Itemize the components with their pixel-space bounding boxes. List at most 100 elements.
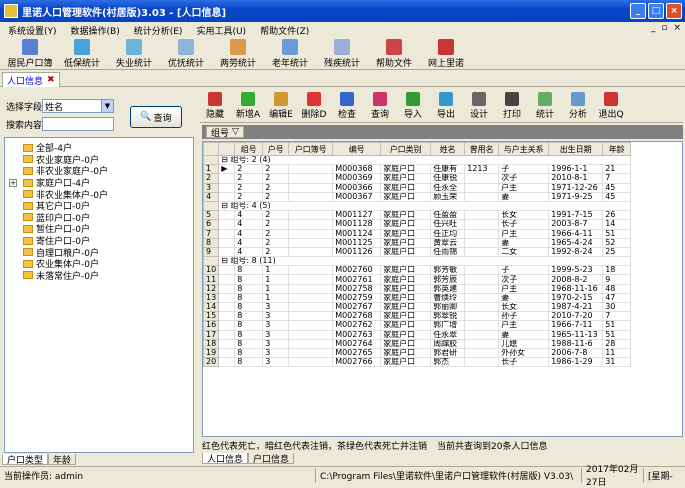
tree-item[interactable]: + 家庭户口-4户 (5, 177, 193, 189)
record-toolbar-button-7[interactable]: 导出 (431, 91, 461, 123)
close-tab-icon[interactable]: ✖ (47, 75, 55, 85)
record-toolbar-button-12[interactable]: 退出Q (596, 91, 626, 123)
tab-household-type[interactable]: 户口类型 (2, 454, 49, 466)
record-toolbar-button-11[interactable]: 分析 (563, 91, 593, 123)
table-cell (464, 219, 500, 230)
menu-tools[interactable]: 实用工具(U) (196, 24, 246, 37)
table-row[interactable]: 13 8 1 M002759 家庭户口 曹焕玲 妻 1970-2-15 47 (203, 292, 632, 304)
row-number: 19 (203, 347, 220, 359)
table-cell: 家庭户口 (380, 357, 432, 368)
tree-item[interactable]: 非农业集体户-0户 (5, 188, 193, 201)
record-toolbar-button-9[interactable]: 打印 (497, 91, 527, 123)
query-button[interactable]: 🔍 查询 (130, 106, 182, 128)
tree-item[interactable]: 其它户口-0户 (5, 200, 193, 212)
group-chip[interactable]: 组号 ▽ (206, 126, 244, 139)
table-row[interactable]: 9 4 2 M001126 家庭户口 任雨锦 二女 1992-8-24 25 (203, 246, 632, 258)
tree-item[interactable]: 暂住户口-0户 (5, 223, 193, 235)
toolbar-button-1[interactable]: 低保统计 (56, 38, 108, 70)
table-cell: 2 (262, 219, 290, 230)
table-row[interactable]: 8 4 2 M001125 家庭户口 黄翠云 妻 1965-4-24 52 (203, 237, 632, 248)
table-row[interactable]: 17 8 3 M002763 家庭户口 任永翠 妻 1965-11-13 51 (203, 329, 632, 340)
record-toolbar-button-8[interactable]: 设计 (464, 91, 494, 123)
table-row[interactable]: 16 8 3 M002762 家庭户口 郭广增 户主 1966-7-11 51 (203, 320, 632, 331)
record-toolbar-button-2[interactable]: 编辑E (266, 91, 296, 123)
table-row[interactable]: 15 8 3 M002768 家庭户口 郭翠锐 孙子 2010-7-20 7 (203, 311, 632, 322)
toolbar-button-2[interactable]: 失业统计 (108, 38, 160, 70)
toolbar-button-3[interactable]: 优抚统计 (160, 38, 212, 70)
column-header[interactable]: 户号 (262, 142, 290, 156)
table-row[interactable]: 11 8 1 M002761 家庭户口 郭芳辰 次子 2008-8-2 9 (203, 274, 632, 285)
table-row[interactable]: 3 2 2 M000366 家庭户口 任永全 户主 1971-12-26 45 (203, 182, 632, 193)
table-row[interactable]: 14 8 3 M002767 家庭户口 郭丽卿 长女 1987-4-21 30 (203, 301, 632, 313)
table-cell: 子 (498, 164, 550, 175)
table-row[interactable]: 19 8 3 M002765 家庭户口 郭君研 外孙女 2006-7-8 11 (203, 347, 632, 359)
table-cell (464, 283, 500, 294)
tab-population-info[interactable]: 人口信息 ✖ (2, 72, 60, 87)
group-row[interactable]: ⊟ 组号: 2 (4) (203, 154, 632, 166)
indent-cell (218, 210, 236, 221)
table-row[interactable]: 7 4 2 M001124 家庭户口 任正均 户主 1966-4-11 51 (203, 228, 632, 239)
table-row[interactable]: 5 4 2 M001127 家庭户口 任盈盈 长女 1991-7-15 26 (203, 210, 632, 221)
tree-item[interactable]: 未落常住户-0户 (5, 270, 193, 282)
group-row[interactable]: ⊟ 组号: 4 (5) (203, 200, 632, 212)
column-header[interactable]: 出生日期 (548, 142, 604, 156)
record-toolbar-button-3[interactable]: 删除D (299, 91, 329, 123)
record-toolbar-button-10[interactable]: 统计 (530, 91, 560, 123)
record-toolbar-button-1[interactable]: 新增A (233, 91, 263, 123)
tree-item[interactable]: 蓝印户口-0户 (5, 212, 193, 224)
field-select[interactable]: 姓名 ▼ (42, 99, 114, 113)
column-header[interactable]: 编号 (332, 142, 382, 156)
table-row[interactable]: 2 2 2 M000369 家庭户口 任康锐 次子 2010-8-1 7 (203, 173, 632, 184)
mdi-restore-button[interactable]: ▫ (661, 23, 667, 33)
record-toolbar-button-0[interactable]: 隐藏 (200, 91, 230, 123)
column-header[interactable]: 曾用名 (464, 142, 500, 156)
toolbar-button-6[interactable]: 残疾统计 (316, 38, 368, 70)
toolbar-button-7[interactable]: 帮助文件 (368, 38, 420, 70)
tab-household[interactable]: 户口信息 (248, 453, 295, 465)
tree-item[interactable]: 农业集体户-0户 (5, 258, 193, 270)
toolbar-button-4[interactable]: 两劳统计 (212, 38, 264, 70)
chevron-down-icon[interactable]: ▼ (101, 100, 113, 112)
record-toolbar-button-6[interactable]: 导入 (398, 91, 428, 123)
table-row[interactable]: 1 ▶ 2 2 M000368 家庭户口 任康有 1213 子 1996-1-1 21 (203, 164, 632, 175)
group-row[interactable]: ⊟ 组号: 8 (11) (203, 256, 632, 267)
menu-system[interactable]: 系统设置(Y) (8, 24, 57, 37)
tab-age[interactable]: 年龄 (48, 454, 77, 466)
column-header[interactable]: 姓名 (430, 142, 466, 156)
table-row[interactable]: 10 8 1 M002760 家庭户口 郭芳敏 子 1999-5-23 18 (203, 265, 632, 276)
menu-help[interactable]: 帮助文件(Z) (260, 24, 309, 37)
column-header[interactable]: 组号 (234, 142, 264, 156)
table-row[interactable]: 4 2 2 M000367 家庭户口 顾玉荣 妻 1971-9-25 45 (203, 191, 632, 202)
mdi-minimize-button[interactable]: _ (651, 23, 656, 33)
toolbar-button-5[interactable]: 老年统计 (264, 38, 316, 70)
maximize-button[interactable]: □ (648, 3, 664, 19)
tree-item[interactable]: 非农业家庭户-0户 (5, 165, 193, 177)
tab-population[interactable]: 人口信息 (202, 453, 249, 465)
column-header[interactable]: 户口簿号 (288, 142, 334, 156)
table-cell: 2 (234, 164, 264, 175)
filter-icon[interactable]: ▽ (232, 127, 239, 137)
menu-data[interactable]: 数据操作(B) (71, 24, 120, 37)
mdi-close-button[interactable]: × (673, 23, 681, 33)
table-row[interactable]: 18 8 3 M002764 家庭户口 周蹿胶 儿媳 1988-11-6 28 (203, 338, 632, 349)
tree-item[interactable]: 寄住户口-0户 (5, 235, 193, 247)
record-toolbar-button-4[interactable]: 检查 (332, 91, 362, 123)
toolbar-button-0[interactable]: 居民户口簿 (4, 38, 56, 70)
record-toolbar-button-5[interactable]: 查询 (365, 91, 395, 123)
search-input[interactable] (42, 117, 114, 131)
table-cell: 家庭户口 (380, 301, 432, 313)
expand-icon[interactable]: + (9, 178, 17, 187)
table-row[interactable]: 6 4 2 M001128 家庭户口 任兴旺 长子 2003-8-7 14 (203, 219, 632, 230)
tree-item[interactable]: 自理口粮户-0户 (5, 246, 193, 259)
toolbar-button-8[interactable]: 网上里诺 (420, 38, 472, 70)
column-header[interactable]: 与户主关系 (498, 142, 550, 156)
table-row[interactable]: 20 8 3 M002766 家庭户口 郭杰 长子 1986-1-29 31 (203, 357, 632, 368)
table-row[interactable]: 12 8 1 M002758 家庭户口 郭英建 户主 1968-11-16 48 (203, 283, 632, 294)
column-header[interactable]: 户口类别 (380, 142, 432, 156)
close-button[interactable]: × (666, 3, 682, 19)
minimize-button[interactable]: _ (630, 3, 646, 19)
column-header[interactable]: 年龄 (602, 142, 632, 156)
menu-stats[interactable]: 统计分析(E) (134, 24, 183, 37)
tree-item[interactable]: 农业家庭户-0户 (5, 154, 193, 166)
tree-item[interactable]: 全部-4户 (5, 142, 193, 154)
